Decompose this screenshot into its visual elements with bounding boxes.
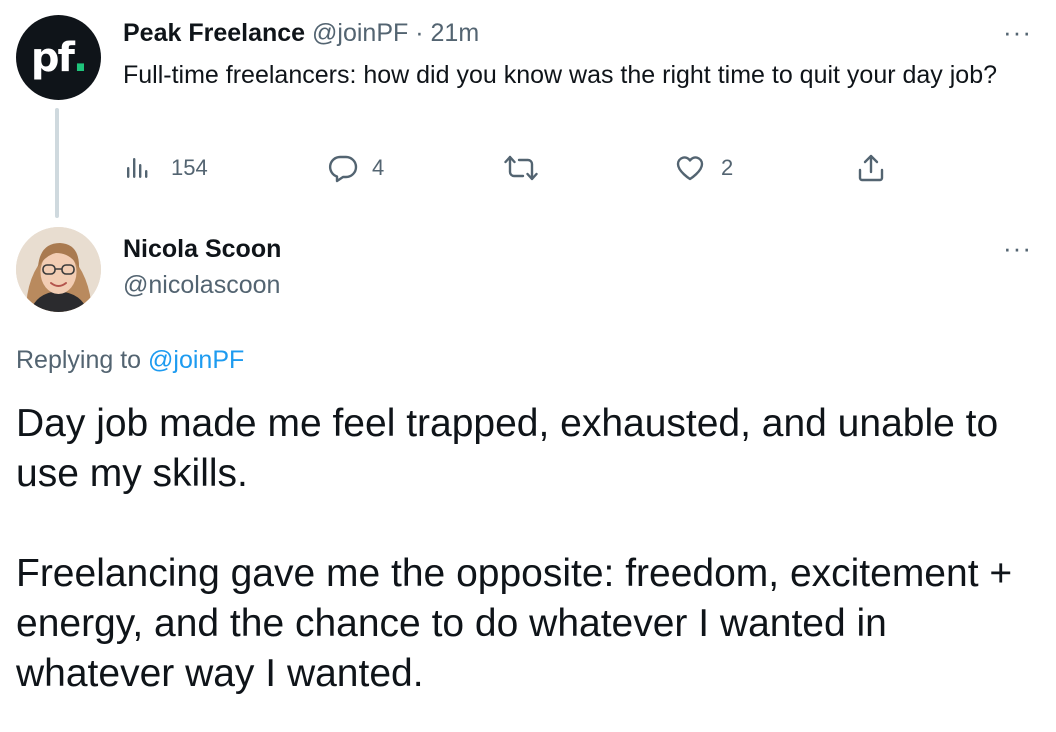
parent-tweet-text: Full-time freelancers: how did you know … — [123, 61, 998, 89]
replying-to-line: Replying to @joinPF — [16, 343, 244, 377]
parent-tweet-actions: 154 4 2 — [123, 148, 903, 188]
views-icon — [123, 154, 153, 182]
reply-tweet-text: Day job made me feel trapped, exhausted,… — [16, 399, 1036, 699]
reply-button[interactable]: 4 — [328, 148, 384, 188]
parent-author-name[interactable]: Peak Freelance — [123, 19, 305, 47]
header-separator: · — [415, 19, 424, 47]
like-button[interactable]: 2 — [675, 148, 733, 188]
reply-paragraph-2: Freelancing gave me the opposite: freedo… — [16, 552, 1013, 695]
nicola-scoon-avatar[interactable] — [16, 227, 101, 312]
share-button[interactable] — [856, 148, 886, 188]
avatar-logo-dot: . — [72, 34, 88, 81]
replying-to-label: Replying to — [16, 346, 142, 374]
reply-icon — [328, 153, 358, 183]
reply-count: 4 — [372, 155, 385, 180]
avatar-photo — [16, 227, 101, 312]
share-icon — [856, 153, 886, 183]
heart-icon — [675, 154, 705, 182]
reply-more-options-icon[interactable]: ··· — [1003, 235, 1032, 261]
avatar-logo-text: pf — [30, 34, 75, 81]
peak-freelance-avatar[interactable]: pf. — [16, 15, 101, 100]
retweet-button[interactable] — [504, 148, 556, 188]
parent-tweet-header: Peak Freelance @joinPF · 21m — [123, 16, 479, 50]
thread-connector-line — [55, 108, 59, 218]
reply-author-name[interactable]: Nicola Scoon — [123, 232, 281, 266]
retweet-icon — [504, 153, 538, 183]
views-count: 154 — [171, 155, 208, 180]
views-button[interactable]: 154 — [123, 148, 208, 188]
parent-author-handle[interactable]: @joinPF — [312, 19, 408, 47]
reply-paragraph-1: Day job made me feel trapped, exhausted,… — [16, 402, 999, 495]
like-count: 2 — [721, 155, 734, 180]
replying-to-mention[interactable]: @joinPF — [148, 346, 244, 374]
parent-more-options-icon[interactable]: ··· — [1003, 19, 1032, 45]
reply-author-handle[interactable]: @nicolascoon — [123, 268, 280, 302]
parent-tweet-time[interactable]: 21m — [431, 19, 480, 47]
